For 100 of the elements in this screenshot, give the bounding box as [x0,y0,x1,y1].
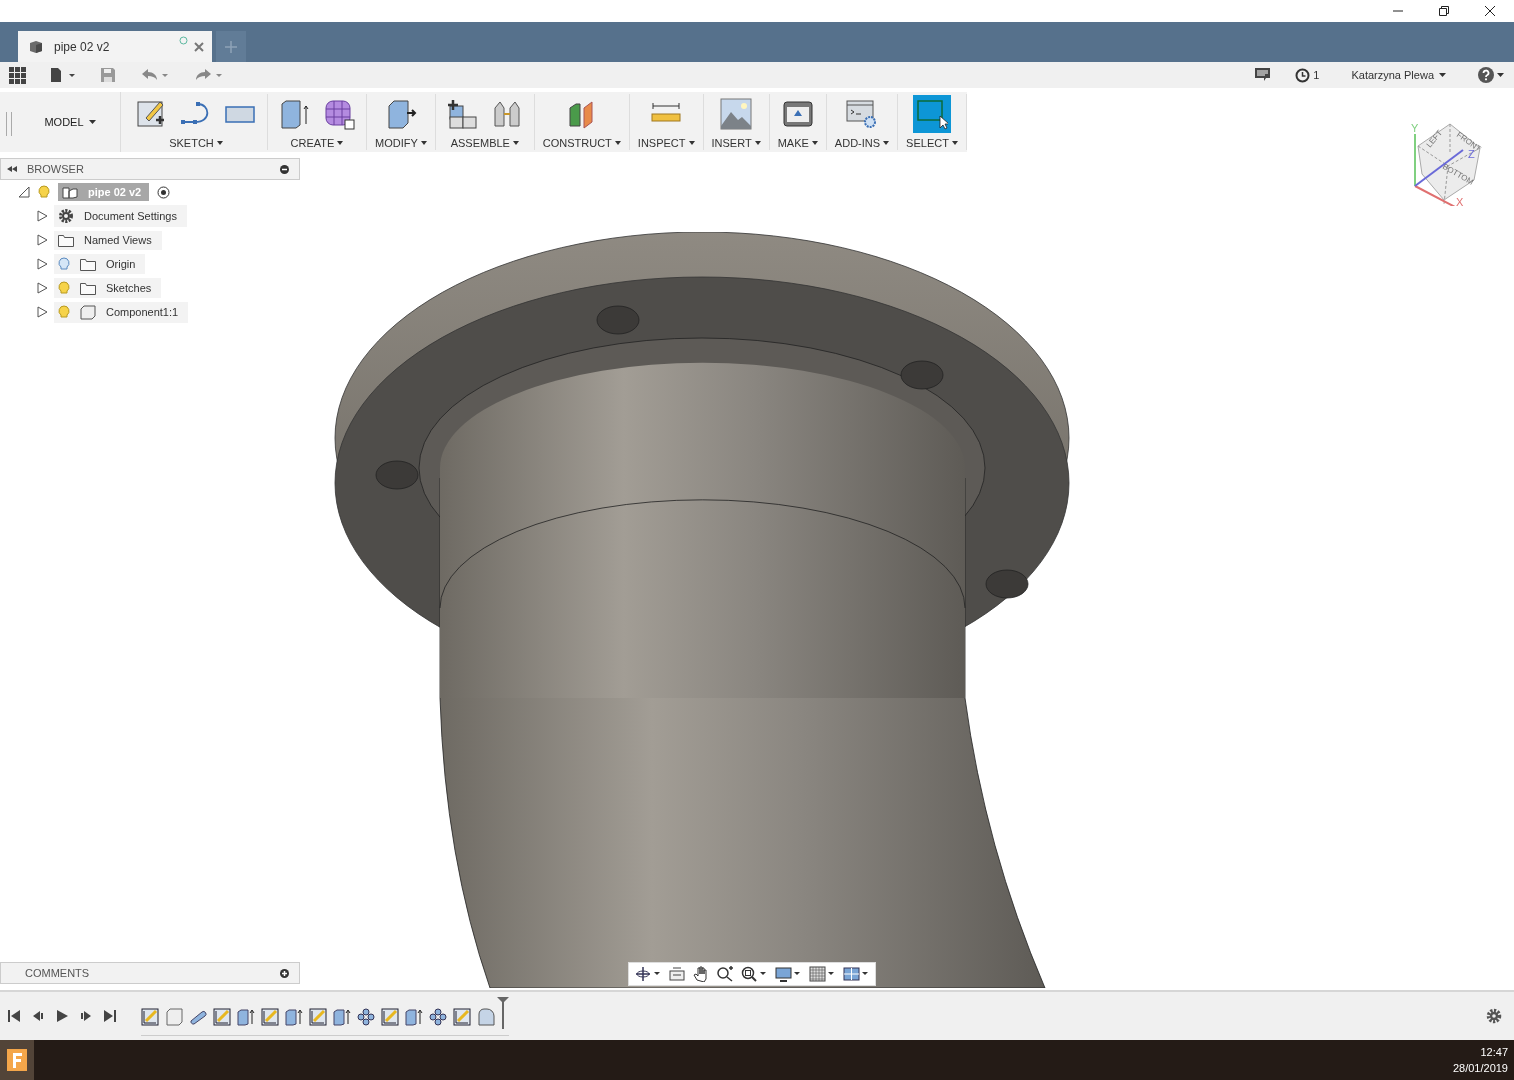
toolbar-group-menu[interactable]: INSPECT [637,137,695,149]
cube-icon [28,38,44,55]
sketch-step-icon[interactable] [261,1007,279,1026]
status-circle-icon [179,36,188,45]
pan-hand-icon[interactable] [693,966,709,982]
caret-icon [512,141,519,145]
script-gear-icon [845,98,878,130]
joint-step-icon[interactable] [429,1007,447,1026]
joint-step-icon[interactable] [357,1007,375,1026]
orbit-icon[interactable] [635,966,661,982]
help-button[interactable] [1478,67,1504,83]
toolbar-group-menu[interactable]: MODIFY [375,137,427,149]
extrude-step-icon[interactable] [333,1007,351,1026]
browser-item[interactable]: Sketches [54,278,162,298]
fillet-step-icon[interactable] [477,1007,495,1026]
expander-icon[interactable] [36,306,48,318]
expander-icon[interactable] [36,258,48,270]
skip-to-start-icon[interactable] [7,1009,21,1023]
play-icon[interactable] [55,1009,69,1023]
sketch-step-icon[interactable] [309,1007,327,1026]
caret-icon [811,141,818,145]
restore-icon[interactable] [1438,5,1450,17]
user-menu[interactable]: Katarzyna Plewa [1351,69,1446,81]
close-icon[interactable] [1484,5,1496,17]
plus-icon [225,40,237,53]
browser-item[interactable]: Document Settings [54,205,187,227]
help-icon [1478,67,1494,83]
extrude-step-icon[interactable] [405,1007,423,1026]
step-forward-icon[interactable] [79,1009,93,1023]
axis-label: Y [1411,122,1419,134]
look-at-icon[interactable] [669,966,685,982]
collapse-icon[interactable] [7,166,17,172]
toolbar-group-menu[interactable]: CONSTRUCT [542,137,621,149]
comment-icon[interactable] [1254,67,1272,83]
tab-title: pipe 02 v2 [54,39,111,54]
taskbar-clock[interactable]: 12:47 28/01/2019 [1452,1046,1508,1074]
select-cursor-icon [916,98,948,130]
viewports-icon[interactable] [843,966,869,982]
grid-menu-icon[interactable] [9,66,26,84]
grid-icon[interactable] [809,966,835,982]
toolbar-group-menu[interactable]: ADD-INS [834,137,890,149]
caret-icon [688,141,695,145]
fit-zoom-icon[interactable] [741,966,767,982]
browser-item[interactable]: Origin [54,254,146,274]
expander-icon[interactable] [36,234,48,246]
landscape-image-icon [720,98,753,130]
extrude-step-icon[interactable] [237,1007,255,1026]
lightbulb-icon[interactable] [58,257,70,271]
cube-step-icon[interactable] [165,1007,183,1026]
toolbar-group-menu[interactable]: SKETCH [169,137,223,149]
cube-icon [80,304,96,320]
lightbulb-icon[interactable] [38,185,50,199]
box-extrude-icon [279,98,311,130]
workspace-dropdown[interactable]: MODEL [20,92,121,152]
minus-circle-icon[interactable] [280,164,289,174]
expander-icon[interactable] [36,210,48,222]
clock-time: 12:47 [1480,1046,1508,1058]
toolbar-group-menu[interactable]: CREATE [290,137,344,149]
panel-title: BROWSER [27,163,84,175]
toolbar-group-menu[interactable]: SELECT [906,137,958,149]
caret-icon [88,120,96,124]
browser-item[interactable]: Component1:1 [54,301,189,323]
caret-icon [1497,73,1504,77]
toolbar-group-menu[interactable]: INSERT [711,137,761,149]
step-back-icon[interactable] [31,1009,45,1023]
file-icon[interactable] [50,67,76,83]
caret-icon [883,141,890,145]
caret-icon [337,141,344,145]
settings-icon[interactable] [1486,1008,1502,1024]
toolbar-group-menu[interactable]: MAKE [777,137,818,149]
job-status-button[interactable]: 1 [1295,67,1320,83]
component-icon [62,185,78,199]
bolt-hole [900,360,944,390]
caret-icon [420,141,427,145]
active-radio-icon[interactable] [157,185,171,199]
expander-icon[interactable] [36,282,48,294]
clock-icon [1295,67,1311,83]
sketch-step-icon[interactable] [141,1007,159,1026]
browser-item[interactable]: Named Views [54,230,162,250]
folder-icon [58,233,74,247]
printer-icon [781,98,814,130]
bolt-hole [596,305,640,335]
sketch-step-icon[interactable] [453,1007,471,1026]
skip-to-end-icon[interactable] [103,1009,117,1023]
toolbar-group-menu[interactable]: ASSEMBLE [450,137,519,149]
zoom-icon[interactable] [717,966,733,982]
timeline-marker-icon[interactable] [497,996,509,1029]
clock-date: 28/01/2019 [1452,1062,1508,1074]
sketch-step-icon[interactable] [213,1007,231,1026]
plus-circle-icon[interactable] [280,968,289,978]
document-tab[interactable]: pipe 02 v2 [18,31,212,62]
bolt-hole [375,460,419,490]
viewcube-drawing[interactable] [1417,123,1481,205]
gear-icon [58,208,74,224]
axis-label: Z [1468,148,1475,160]
sketch-step-icon[interactable] [381,1007,399,1026]
expander-icon[interactable] [18,186,30,198]
display-monitor-icon[interactable] [775,966,801,982]
taskbar-app-button[interactable] [0,1040,34,1080]
extrude-step-icon[interactable] [285,1007,303,1026]
